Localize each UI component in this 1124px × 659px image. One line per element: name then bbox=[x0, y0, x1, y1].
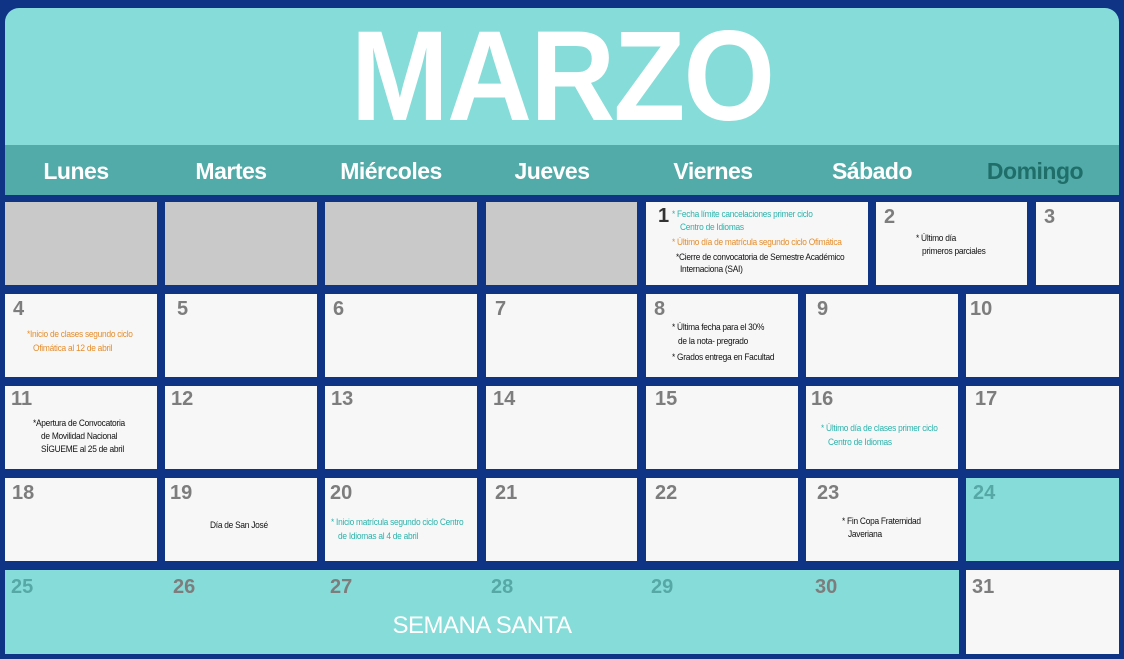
day-number: 20 bbox=[330, 482, 353, 504]
event-note: Ofimática al 12 de abril bbox=[33, 343, 113, 354]
day-number-26[interactable]: 26 bbox=[173, 576, 195, 599]
day-cell-12[interactable]: 12 bbox=[165, 386, 317, 469]
day-cell-1[interactable]: 1 * Fecha límite cancelaciones primer ci… bbox=[646, 202, 868, 285]
event-note: *Apertura de Convocatoria bbox=[33, 418, 125, 429]
day-cell-7[interactable]: 7 bbox=[486, 294, 637, 377]
weekday-jueves: Jueves bbox=[514, 158, 590, 184]
day-number: 12 bbox=[171, 388, 194, 410]
day-cell-15[interactable]: 15 bbox=[646, 386, 798, 469]
day-cell-6[interactable]: 6 bbox=[325, 294, 477, 377]
day-cell-13[interactable]: 13 bbox=[325, 386, 477, 469]
day-number: 23 bbox=[817, 482, 840, 504]
day-number: 10 bbox=[970, 298, 993, 320]
day-number: 14 bbox=[493, 388, 516, 410]
day-cell-5[interactable]: 5 bbox=[165, 294, 317, 377]
event-note: * Último día de matrícula segundo ciclo … bbox=[672, 237, 842, 248]
day-number-25[interactable]: 25 bbox=[11, 576, 33, 599]
empty-day-cell bbox=[5, 202, 157, 285]
day-number-29[interactable]: 29 bbox=[651, 576, 673, 599]
day-cell-4[interactable]: 4 *Inicio de clases segundo ciclo Ofimát… bbox=[5, 294, 157, 377]
event-note: Centro de Idiomas bbox=[680, 222, 744, 233]
day-number: 13 bbox=[331, 388, 354, 410]
calendar-header: MARZO bbox=[5, 8, 1119, 145]
event-note: * Fin Copa Fraternidad bbox=[842, 516, 921, 527]
empty-day-cell bbox=[165, 202, 317, 285]
empty-day-cell bbox=[486, 202, 637, 285]
day-number: 4 bbox=[13, 298, 25, 320]
day-number: 31 bbox=[972, 576, 995, 598]
weekday-martes: Martes bbox=[195, 158, 267, 184]
day-cell-16[interactable]: 16 * Último día de clases primer ciclo C… bbox=[806, 386, 958, 469]
day-number: 16 bbox=[811, 388, 834, 410]
day-cell-2[interactable]: 2 * Último día primeros parciales bbox=[876, 202, 1027, 285]
day-number: 24 bbox=[973, 482, 996, 504]
event-note: *Inicio de clases segundo ciclo bbox=[27, 329, 133, 340]
month-title: MARZO bbox=[350, 5, 775, 148]
weekday-viernes: Viernes bbox=[673, 158, 753, 184]
day-cell-18[interactable]: 18 bbox=[5, 478, 157, 561]
day-cell-9[interactable]: 9 bbox=[806, 294, 958, 377]
day-number: 2 bbox=[884, 206, 896, 228]
day-number: 1 bbox=[658, 205, 670, 227]
day-number: 19 bbox=[170, 482, 193, 504]
event-note: * Último día bbox=[916, 233, 957, 244]
day-cell-10[interactable]: 10 bbox=[966, 294, 1119, 377]
weekday-domingo: Domingo bbox=[986, 158, 1084, 184]
day-number: 3 bbox=[1044, 206, 1056, 228]
event-note: de la nota- pregrado bbox=[678, 336, 749, 347]
day-cell-22[interactable]: 22 bbox=[646, 478, 798, 561]
day-number: 18 bbox=[12, 482, 35, 504]
event-note: * Grados entrega en Facultad bbox=[672, 352, 775, 363]
day-number: 7 bbox=[495, 298, 507, 320]
event-note: Centro de Idiomas bbox=[828, 437, 892, 448]
event-note: de Movilidad Nacional bbox=[41, 431, 118, 442]
day-cell-20[interactable]: 20 * Inicio matrícula segundo ciclo Cent… bbox=[325, 478, 477, 561]
weekday-lunes: Lunes bbox=[43, 158, 109, 184]
day-number: 8 bbox=[654, 298, 666, 320]
day-number: 9 bbox=[817, 298, 829, 320]
event-note: SÍGUEME al 25 de abril bbox=[41, 444, 124, 455]
day-cell-19[interactable]: 19 Día de San José bbox=[165, 478, 317, 561]
event-note: * Fecha límite cancelaciones primer cicl… bbox=[672, 209, 813, 220]
weekday-sabado: Sábado bbox=[831, 158, 913, 184]
day-cell-23[interactable]: 23 * Fin Copa Fraternidad Javeriana bbox=[806, 478, 958, 561]
event-note: Día de San José bbox=[210, 520, 268, 531]
day-cell-21[interactable]: 21 bbox=[486, 478, 637, 561]
event-note: primeros parciales bbox=[922, 246, 986, 257]
day-cell-31[interactable]: 31 bbox=[966, 570, 1119, 654]
day-number: 17 bbox=[975, 388, 998, 410]
day-cell-14[interactable]: 14 bbox=[486, 386, 637, 469]
weekday-bar: Lunes Martes Miércoles Jueves Viernes Sá… bbox=[5, 145, 1119, 195]
semana-santa-label: SEMANA SANTA bbox=[392, 612, 572, 639]
day-cell-24[interactable]: 24 bbox=[966, 478, 1119, 561]
day-number: 21 bbox=[495, 482, 518, 504]
event-note: * Inicio matrícula segundo ciclo Centro bbox=[331, 517, 464, 528]
event-note: Internaciona (SAI) bbox=[680, 264, 743, 275]
day-number: 6 bbox=[333, 298, 345, 320]
day-number-30[interactable]: 30 bbox=[815, 576, 837, 599]
weekday-miercoles: Miércoles bbox=[340, 158, 442, 184]
event-note: * Última fecha para el 30% bbox=[672, 322, 765, 333]
day-cell-3[interactable]: 3 bbox=[1036, 202, 1119, 285]
day-cell-17[interactable]: 17 bbox=[966, 386, 1119, 469]
day-number-28[interactable]: 28 bbox=[491, 576, 513, 599]
event-note: * Último día de clases primer ciclo bbox=[821, 423, 938, 434]
day-cell-8[interactable]: 8 * Última fecha para el 30% de la nota-… bbox=[646, 294, 798, 377]
day-number: 5 bbox=[177, 298, 189, 320]
empty-day-cell bbox=[325, 202, 477, 285]
day-number: 11 bbox=[11, 388, 33, 410]
day-cell-11[interactable]: 11 *Apertura de Convocatoria de Movilida… bbox=[5, 386, 157, 469]
day-number: 15 bbox=[655, 388, 678, 410]
day-number-27[interactable]: 27 bbox=[330, 576, 352, 599]
event-note: Javeriana bbox=[848, 529, 882, 540]
event-note: de Idiomas al 4 de abril bbox=[338, 531, 419, 542]
day-number: 22 bbox=[655, 482, 678, 504]
